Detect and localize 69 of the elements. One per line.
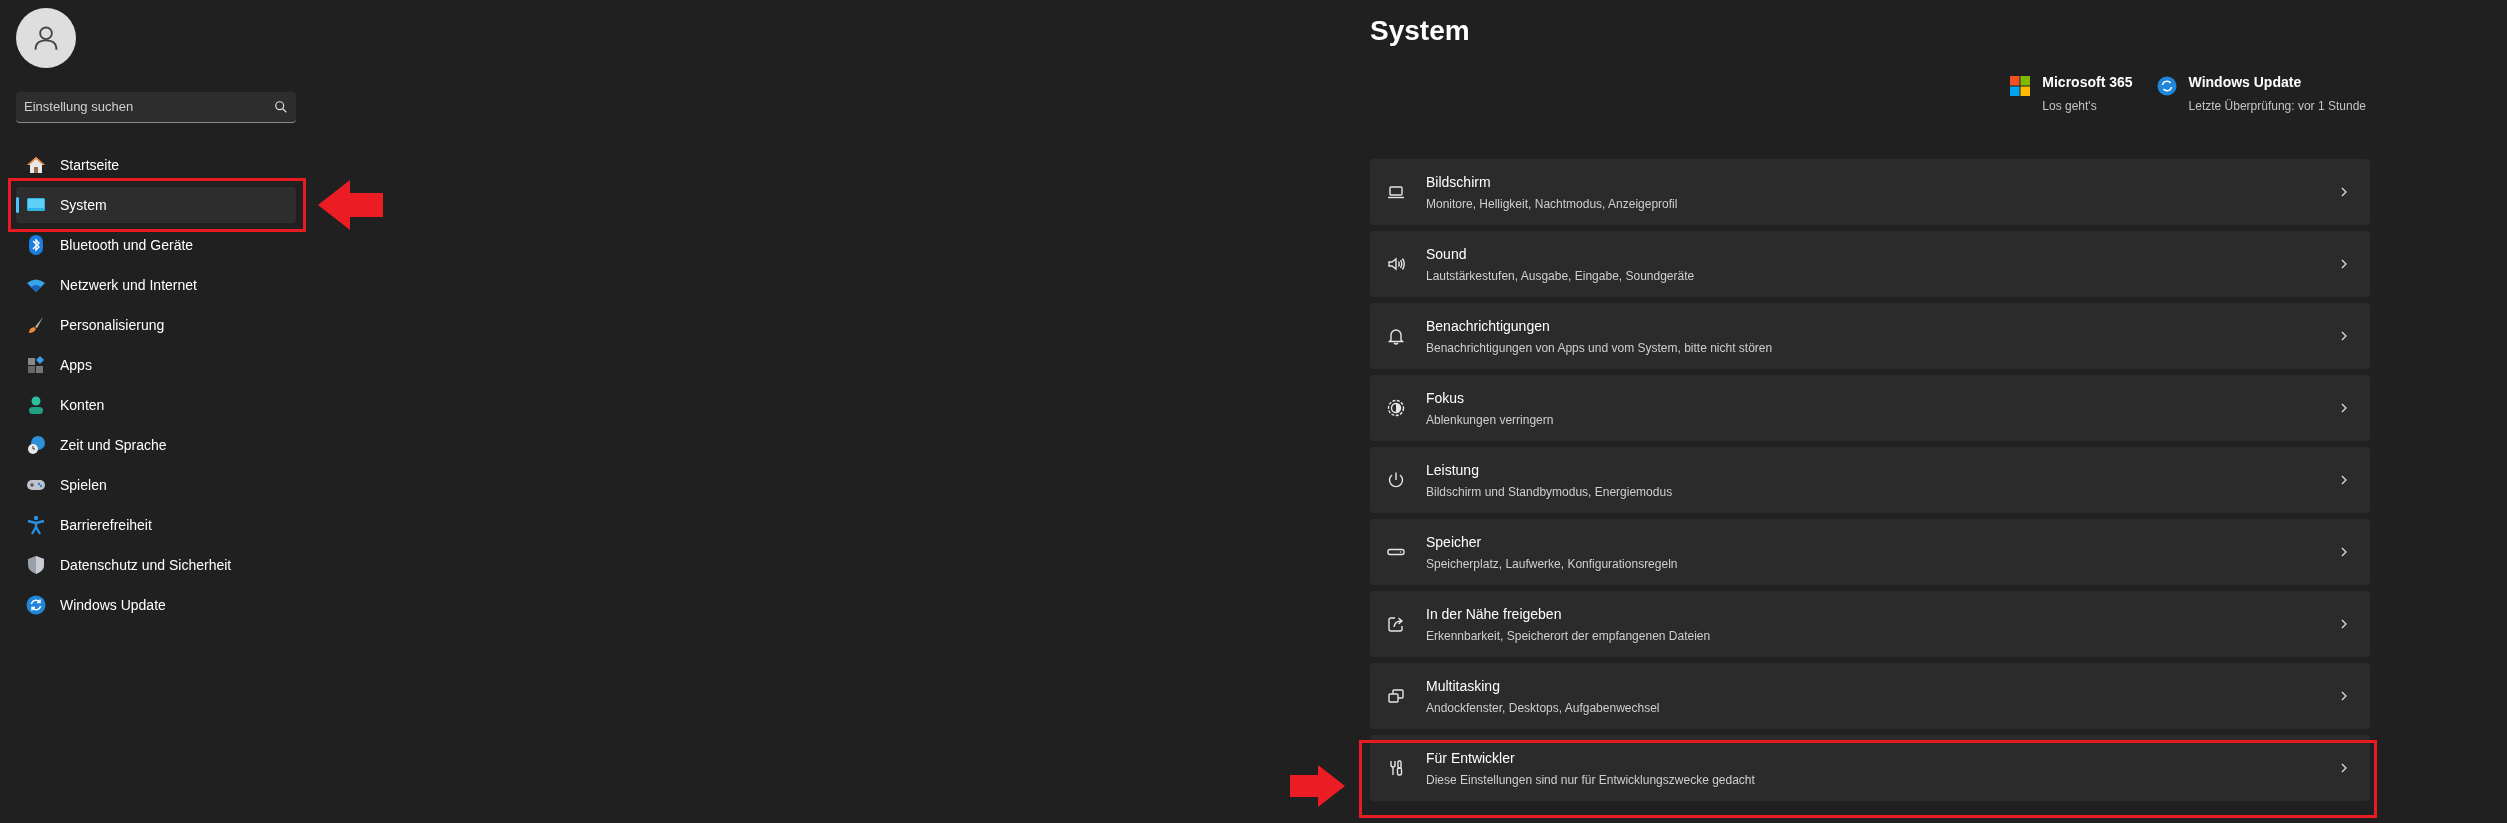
row-subtitle: Diese Einstellungen sind nur für Entwicklungszwecke gedacht: [1426, 771, 1756, 789]
person-icon: [32, 24, 60, 52]
row-title: Leistung: [1426, 460, 1480, 480]
settings-row[interactable]: Für Entwickler Diese Einstellungen sind nur für Entwicklungszwecke gedacht: [1370, 735, 2370, 801]
row-subtitle: Andockfenster, Desktops, Aufgabenwechsel: [1426, 699, 1661, 717]
settings-row[interactable]: Bildschirm Monitore, Helligkeit, Nachtmodus, Anzeigeprofil: [1370, 159, 2370, 225]
row-title: Bildschirm: [1426, 172, 1492, 192]
nav-item[interactable]: Windows Update: [16, 587, 296, 623]
header-link[interactable]: Microsoft 365 Los geht's: [2010, 72, 2133, 115]
settings-row[interactable]: Speicher Speicherplatz, Laufwerke, Konfigurationsregeln: [1370, 519, 2370, 585]
refresh-icon: [2156, 76, 2177, 96]
row-title: Speicher: [1426, 532, 1483, 552]
four-squares-icon: [2010, 76, 2031, 96]
row-title: Fokus: [1426, 388, 1466, 408]
nav-item[interactable]: Zeit und Sprache: [16, 427, 296, 463]
settings-row[interactable]: Leistung Bildschirm und Standbymodus, Energiemodus: [1370, 447, 2370, 513]
arrow-right-icon: [1290, 765, 1345, 807]
nav-item[interactable]: System: [16, 187, 296, 223]
row-subtitle: Ablenkungen verringern: [1426, 411, 1555, 429]
row-subtitle: Benachrichtigungen von Apps und vom System, bitte nicht stören: [1426, 339, 1774, 357]
person-icon: [26, 395, 46, 415]
search-field[interactable]: Einstellung suchen: [16, 92, 296, 123]
share-icon: [1386, 614, 1406, 634]
settings-row[interactable]: Benachrichtigungen Benachrichtigungen von Apps und vom System, bitte nicht stören: [1370, 303, 2370, 369]
windows-stack-icon: [1386, 686, 1406, 706]
bluetooth-icon: [26, 235, 46, 255]
nav-item[interactable]: Datenschutz und Sicherheit: [16, 547, 296, 583]
settings-row[interactable]: Multitasking Andockfenster, Desktops, Aufgabenwechsel: [1370, 663, 2370, 729]
nav-item[interactable]: Barrierefreiheit: [16, 507, 296, 543]
nav-item[interactable]: Bluetooth und Geräte: [16, 227, 296, 263]
row-subtitle: Erkennbarkeit, Speicherort der empfangenen Dateien: [1426, 627, 1712, 645]
power-icon: [1386, 470, 1406, 490]
row-subtitle: Monitore, Helligkeit, Nachtmodus, Anzeigeprofil: [1426, 195, 1679, 213]
bell-icon: [1386, 326, 1406, 346]
link-title: Microsoft 365: [2042, 73, 2133, 92]
nav-item[interactable]: Personalisierung: [16, 307, 296, 343]
house-icon: [26, 155, 46, 175]
row-title: Multitasking: [1426, 676, 1501, 696]
row-subtitle: Bildschirm und Standbymodus, Energiemodus: [1426, 483, 1674, 501]
settings-row[interactable]: In der Nähe freigeben Erkennbarkeit, Speicherort der empfangenen Dateien: [1370, 591, 2370, 657]
row-title: Sound: [1426, 244, 1468, 264]
focus-icon: [1386, 398, 1406, 418]
selection-indicator: [16, 197, 19, 213]
nav-item[interactable]: Startseite: [16, 147, 296, 183]
nav-item[interactable]: Konten: [16, 387, 296, 423]
refresh-icon: [26, 595, 46, 615]
link-subtitle: Letzte Überprüfung: vor 1 Stunde: [2188, 98, 2366, 115]
nav-item[interactable]: Apps: [16, 347, 296, 383]
row-subtitle: Lautstärkestufen, Ausgabe, Eingabe, Soundgeräte: [1426, 267, 1696, 285]
link-subtitle: Los geht's: [2042, 98, 2098, 115]
header-link[interactable]: Windows Update Letzte Überprüfung: vor 1 Stunde: [2156, 72, 2366, 115]
avatar[interactable]: [16, 8, 76, 68]
shield-icon: [26, 555, 46, 575]
apps-icon: [26, 355, 46, 375]
row-title: Benachrichtigungen: [1426, 316, 1551, 336]
arrow-left-icon: [318, 180, 383, 230]
nav-item[interactable]: Netzwerk und Internet: [16, 267, 296, 303]
row-title: In der Nähe freigeben: [1426, 604, 1563, 624]
settings-row[interactable]: Fokus Ablenkungen verringern: [1370, 375, 2370, 441]
accessibility-icon: [26, 515, 46, 535]
globe-clock-icon: [26, 435, 46, 455]
row-subtitle: Speicherplatz, Laufwerke, Konfigurationsregeln: [1426, 555, 1679, 573]
link-title: Windows Update: [2188, 73, 2303, 92]
nav-item[interactable]: Spielen: [16, 467, 296, 503]
settings-row[interactable]: Sound Lautstärkestufen, Ausgabe, Eingabe, Soundgeräte: [1370, 231, 2370, 297]
search-icon: [274, 100, 288, 114]
page-title: System: [1370, 14, 1471, 48]
search-input[interactable]: Einstellung suchen: [24, 97, 274, 117]
row-title: Für Entwickler: [1426, 748, 1516, 768]
